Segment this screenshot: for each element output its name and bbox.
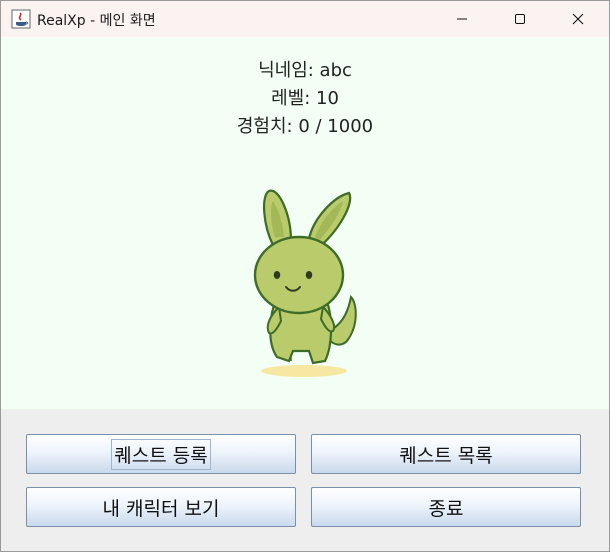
close-icon	[572, 13, 584, 25]
quest-list-button[interactable]: 퀘스트 목록	[311, 434, 581, 474]
character-image	[253, 189, 357, 377]
title-bar: RealXp - 메인 화면	[1, 1, 609, 37]
window-title: RealXp - 메인 화면	[37, 13, 156, 29]
exit-button[interactable]: 종료	[311, 487, 581, 527]
close-button[interactable]	[549, 1, 607, 37]
nickname-label: 닉네임: abc	[258, 60, 352, 81]
exit-label: 종료	[428, 497, 464, 520]
main-window: RealXp - 메인 화면 닉네임: abc 레벨: 10 경험치: 0 / …	[0, 0, 610, 552]
maximize-button[interactable]	[491, 1, 549, 37]
minimize-button[interactable]	[433, 1, 491, 37]
my-character-label: 내 캐릭터 보기	[102, 497, 220, 520]
button-panel: 퀘스트 등록 퀘스트 목록 내 캐릭터 보기 종료	[1, 409, 609, 551]
profile-panel: 닉네임: abc 레벨: 10 경험치: 0 / 1000	[1, 37, 609, 409]
quest-register-label: 퀘스트 등록	[111, 438, 211, 470]
level-label: 레벨: 10	[271, 88, 339, 109]
quest-list-label: 퀘스트 목록	[399, 444, 493, 467]
my-character-button[interactable]: 내 캐릭터 보기	[26, 487, 296, 527]
quest-register-button[interactable]: 퀘스트 등록	[26, 434, 296, 474]
maximize-icon	[515, 14, 525, 24]
minimize-icon	[457, 18, 467, 20]
exp-label: 경험치: 0 / 1000	[236, 116, 374, 137]
java-app-icon	[11, 9, 31, 29]
